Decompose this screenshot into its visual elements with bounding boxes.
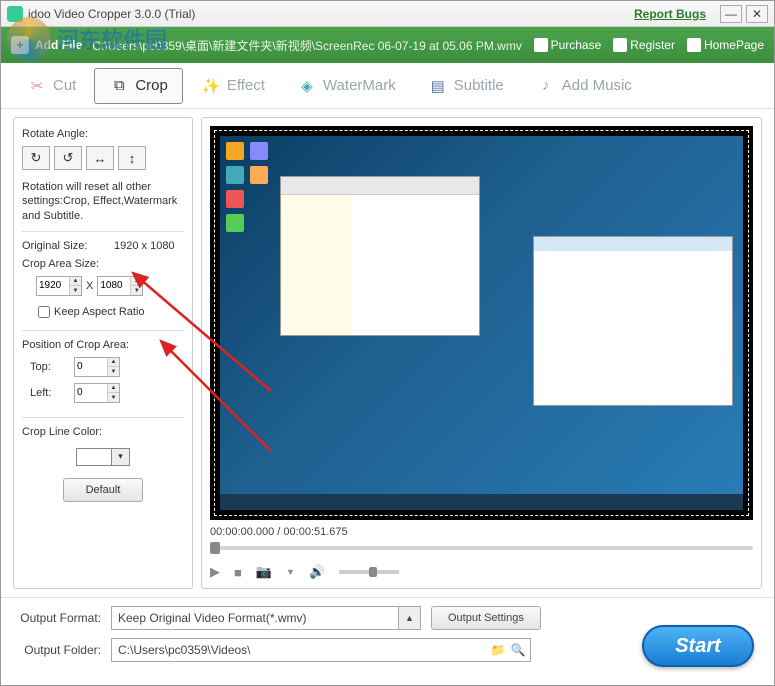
snapshot-menu[interactable]: ▼ [286, 567, 295, 577]
tab-subtitle[interactable]: ▤Subtitle [414, 68, 518, 104]
subtitle-icon: ▤ [428, 76, 448, 96]
stop-button[interactable]: ■ [234, 565, 242, 580]
register-link[interactable]: Register [613, 38, 675, 52]
timecode: 00:00:00.000 / 00:00:51.675 [210, 526, 753, 538]
add-icon: + [11, 36, 29, 54]
crop-icon: ⧉ [109, 76, 129, 96]
key-icon [613, 38, 627, 52]
original-size-value: 1920 x 1080 [114, 240, 175, 252]
chevron-up-icon: ▲ [398, 607, 420, 629]
folder-icon[interactable]: 📁 [490, 642, 506, 658]
flip-v-button[interactable]: ↕ [118, 146, 146, 170]
scissors-icon: ✂ [27, 76, 47, 96]
tab-bar: ✂Cut ⧉Crop ✨Effect ◈WaterMark ▤Subtitle … [1, 63, 774, 109]
tab-cut[interactable]: ✂Cut [13, 68, 90, 104]
tab-addmusic[interactable]: ♪Add Music [522, 68, 646, 104]
crop-line-color-picker[interactable]: ▾ [112, 448, 130, 466]
video-preview[interactable] [210, 126, 753, 520]
search-icon[interactable]: 🔍 [510, 642, 526, 658]
file-path: C:\Users\pc0359\桌面\新建文件夹\新视频\ScreenRec 0… [92, 37, 533, 54]
purchase-link[interactable]: Purchase [534, 38, 602, 52]
output-format-label: Output Format: [13, 611, 101, 625]
music-icon: ♪ [536, 76, 556, 96]
close-button[interactable]: ✕ [746, 5, 768, 23]
watermark-icon: ◈ [297, 76, 317, 96]
wand-icon: ✨ [201, 76, 221, 96]
seek-slider[interactable] [210, 542, 753, 554]
cart-icon [534, 38, 548, 52]
volume-icon[interactable]: 🔊 [309, 564, 325, 580]
tab-watermark[interactable]: ◈WaterMark [283, 68, 410, 104]
home-icon [687, 38, 701, 52]
minimize-button[interactable]: — [720, 5, 742, 23]
play-button[interactable]: ▶ [210, 564, 220, 580]
crop-line-color-swatch [76, 448, 112, 466]
titlebar: idoo Video Cropper 3.0.0 (Trial) Report … [1, 1, 774, 27]
app-title: idoo Video Cropper 3.0.0 (Trial) [28, 7, 634, 21]
homepage-link[interactable]: HomePage [687, 38, 764, 52]
crop-height-input[interactable]: ▲▼ [97, 276, 143, 296]
keep-aspect-checkbox[interactable] [38, 306, 50, 318]
position-label: Position of Crop Area: [22, 339, 184, 351]
snapshot-button[interactable]: 📷 [256, 564, 272, 580]
rotate-label: Rotate Angle: [22, 128, 184, 140]
rotate-note: Rotation will reset all other settings:C… [22, 180, 184, 223]
keep-aspect-label: Keep Aspect Ratio [54, 306, 145, 318]
original-size-label: Original Size: [22, 240, 110, 252]
crop-width-input[interactable]: ▲▼ [36, 276, 82, 296]
crop-area-label: Crop Area Size: [22, 258, 184, 270]
report-bugs-link[interactable]: Report Bugs [634, 7, 706, 21]
output-format-select[interactable]: Keep Original Video Format(*.wmv)▲ [111, 606, 421, 630]
crop-sidebar: Rotate Angle: ↻ ↺ ↔ ↕ Rotation will rese… [13, 117, 193, 589]
addfile-button[interactable]: Add File [35, 38, 82, 52]
output-settings-button[interactable]: Output Settings [431, 606, 541, 630]
volume-slider[interactable] [339, 570, 399, 574]
start-button[interactable]: Start [642, 625, 754, 667]
rotate-cw-button[interactable]: ↻ [22, 146, 50, 170]
addfile-bar: + Add File C:\Users\pc0359\桌面\新建文件夹\新视频\… [1, 27, 774, 63]
preview-pane: 00:00:00.000 / 00:00:51.675 ▶ ■ 📷 ▼ 🔊 [201, 117, 762, 589]
tab-effect[interactable]: ✨Effect [187, 68, 279, 104]
app-icon [7, 6, 23, 22]
output-folder-input[interactable]: C:\Users\pc0359\Videos\ 📁🔍 [111, 638, 531, 662]
crop-line-color-label: Crop Line Color: [22, 426, 184, 438]
left-label: Left: [30, 387, 70, 399]
left-input[interactable]: ▲▼ [74, 383, 120, 403]
rotate-ccw-button[interactable]: ↺ [54, 146, 82, 170]
flip-h-button[interactable]: ↔ [86, 146, 114, 170]
crop-rectangle[interactable] [214, 130, 749, 516]
top-label: Top: [30, 361, 70, 373]
top-input[interactable]: ▲▼ [74, 357, 120, 377]
default-button[interactable]: Default [63, 478, 143, 502]
output-folder-label: Output Folder: [13, 643, 101, 657]
tab-crop[interactable]: ⧉Crop [94, 68, 183, 104]
